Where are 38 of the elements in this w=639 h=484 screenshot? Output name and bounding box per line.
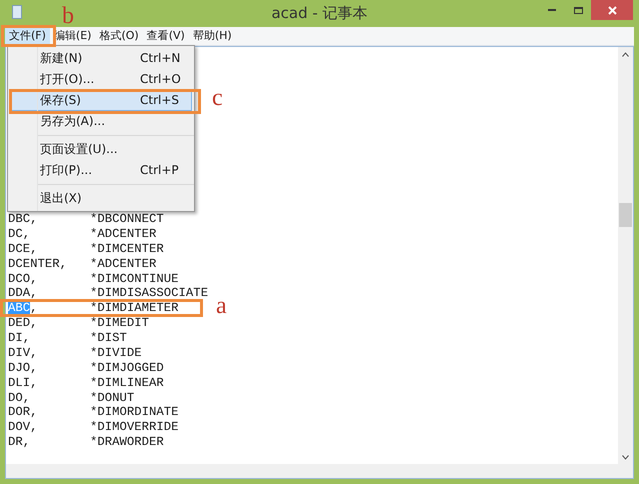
scroll-up-icon [622, 52, 629, 57]
text-line: DI, *DIST [8, 331, 127, 346]
text-line: DCE, *DIMCENTER [8, 242, 164, 257]
text-line: DDA, *DIMDISASSOCIATE [8, 286, 208, 302]
text-line: DBC, *DBCONNECT [8, 212, 164, 227]
menu-item[interactable]: 新建(N) Ctrl+N [10, 48, 192, 69]
menu-item[interactable]: 打印(P)... Ctrl+P [10, 160, 192, 181]
text-line: DED, *DIMEDIT [8, 316, 150, 331]
menu-bar-item[interactable]: 帮助(H) [188, 27, 236, 45]
annotation-label: c [212, 86, 223, 110]
menu-item[interactable]: 页面设置(U)... [10, 139, 192, 160]
text-line: ABC, *DIMDIAMETER [8, 301, 179, 316]
text-line: DLI, *DIMLINEAR [8, 376, 164, 390]
text-line: DOV, *DIMOVERRIDE [8, 420, 179, 436]
text-line: DJO, *DIMJOGGED [8, 360, 164, 376]
scrollbar-thumb[interactable] [619, 203, 632, 227]
window-title: acad - 记事本 [271, 4, 368, 22]
text-line: DC, *ADCENTER [8, 226, 156, 242]
close-icon [608, 6, 616, 14]
text-line: DCENTER, *ADCENTER [8, 256, 156, 272]
vertical-scrollbar[interactable] [618, 47, 633, 478]
highlight-frame [1, 25, 56, 47]
menu-bar-item[interactable]: 格式(O) [95, 27, 143, 45]
annotation-label: b [62, 4, 74, 28]
close-button[interactable] [591, 0, 633, 20]
text-line: DIV, *DIVIDE [8, 346, 142, 361]
text-line: DO, *DONUT [8, 390, 134, 406]
text-line: DCO, *DIMCONTINUE [8, 272, 179, 286]
scroll-down-icon [622, 455, 629, 460]
text-line: DOR, *DIMORDINATE [8, 405, 179, 420]
annotation-label: a [216, 294, 227, 318]
menu-item[interactable]: 打开(O)... Ctrl+O [10, 69, 192, 90]
menu-bar-item[interactable]: 查看(V) [142, 27, 189, 45]
text-line: DR, *DRAWORDER [8, 435, 164, 450]
menu-item[interactable]: 另存为(A)... [10, 111, 192, 132]
horizontal-scrollbar[interactable] [6, 464, 618, 478]
notepad-icon [12, 5, 22, 19]
menu-item[interactable]: 退出(X) [10, 188, 192, 209]
